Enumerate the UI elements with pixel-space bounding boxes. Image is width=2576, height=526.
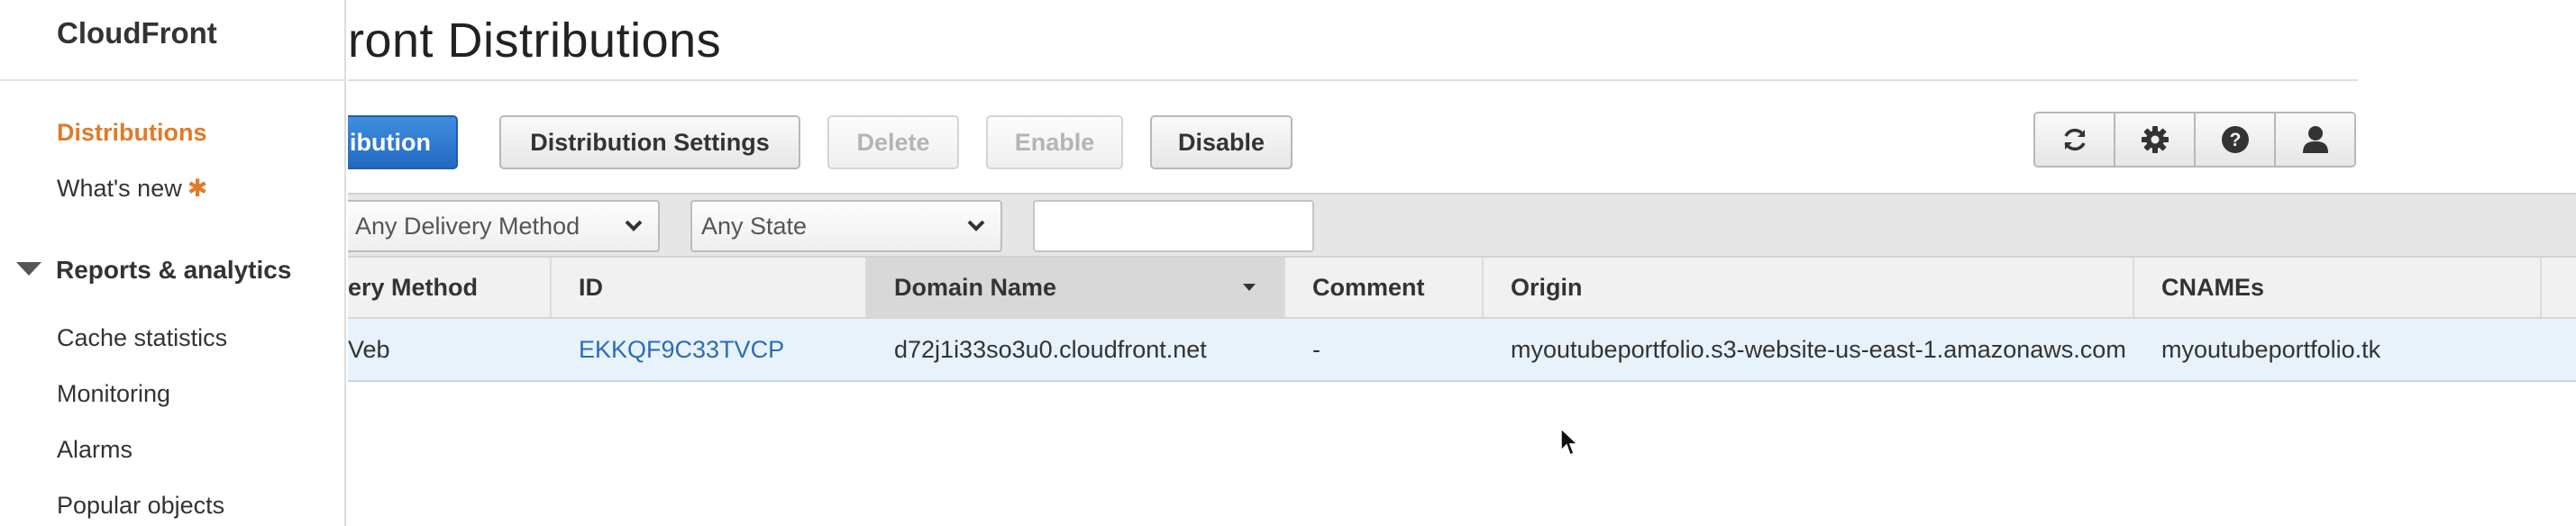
sidebar: CloudFront Distributions What's new ✱ Rep… [0,0,346,526]
settings-button[interactable] [2115,113,2196,166]
cell-domain-name: d72j1i33so3u0.cloudfront.net [894,335,1207,363]
page-title: ront Distributions [348,14,722,68]
sort-descending-icon [1243,284,1256,291]
column-header-label: Domain Name [894,273,1057,301]
chevron-down-icon [967,220,985,231]
column-header-delivery-method[interactable]: ery Method [348,258,552,317]
sidebar-item-distributions[interactable]: Distributions [57,119,207,147]
refresh-button[interactable] [2035,113,2115,166]
disable-button[interactable]: Disable [1150,115,1293,169]
column-header-domain-name[interactable]: Domain Name [867,258,1285,317]
table-header: ery Method ID Domain Name Comment Origin… [348,258,2576,319]
service-title: CloudFront [57,16,217,50]
sidebar-item-cache-statistics[interactable]: Cache statistics [57,324,227,352]
help-icon: ? [2221,126,2249,153]
cell-cnames: myoutubeportfolio.tk [2161,335,2381,363]
column-header-origin[interactable]: Origin [1484,258,2134,317]
search-input[interactable] [1033,200,1314,252]
help-button[interactable]: ? [2196,113,2276,166]
title-divider [348,79,2358,81]
new-badge-icon: ✱ [187,175,208,202]
table-row[interactable]: Veb EKKQF9C33TVCP d72j1i33so3u0.cloudfro… [348,319,2576,382]
mouse-cursor-icon [1560,427,1579,457]
delivery-method-value: Any Delivery Method [355,212,580,240]
svg-text:?: ? [2229,130,2241,150]
main-content: ront Distributions ibution Distribution … [348,0,2576,526]
column-header-id[interactable]: ID [552,258,867,317]
sidebar-item-alarms[interactable]: Alarms [57,436,132,464]
column-header-cnames[interactable]: CNAMEs [2134,258,2542,317]
refresh-icon [2063,128,2086,151]
sidebar-divider [0,79,344,81]
chevron-down-icon [625,220,643,231]
sidebar-item-popular-objects[interactable]: Popular objects [57,492,224,520]
state-select[interactable]: Any State [690,200,1002,252]
gear-icon [2141,126,2169,153]
column-header-comment[interactable]: Comment [1285,258,1484,317]
create-distribution-button[interactable]: ibution [348,115,458,169]
filter-bar: Any Delivery Method Any State [348,193,2576,258]
cell-id-link[interactable]: EKKQF9C33TVCP [552,319,867,380]
sidebar-item-monitoring[interactable]: Monitoring [57,380,170,408]
toolbar-icon-group: ? [2033,112,2356,168]
caret-down-icon [16,262,41,277]
sidebar-section-label: Reports & analytics [56,256,292,284]
sidebar-item-whats-new[interactable]: What's new ✱ [57,175,207,203]
cell-origin: myoutubeportfolio.s3-website-us-east-1.a… [1511,335,2126,363]
user-icon [2302,126,2328,153]
distribution-settings-button[interactable]: Distribution Settings [499,115,800,169]
cell-delivery-method: Veb [348,335,390,363]
enable-button[interactable]: Enable [986,115,1123,169]
delivery-method-select[interactable]: Any Delivery Method [348,200,660,252]
account-button[interactable] [2276,113,2354,166]
state-value: Any State [701,212,808,240]
sidebar-item-label: What's new [57,175,182,202]
sidebar-section-reports[interactable]: Reports & analytics [16,256,291,285]
delete-button[interactable]: Delete [827,115,959,169]
cell-comment: - [1312,335,1320,363]
